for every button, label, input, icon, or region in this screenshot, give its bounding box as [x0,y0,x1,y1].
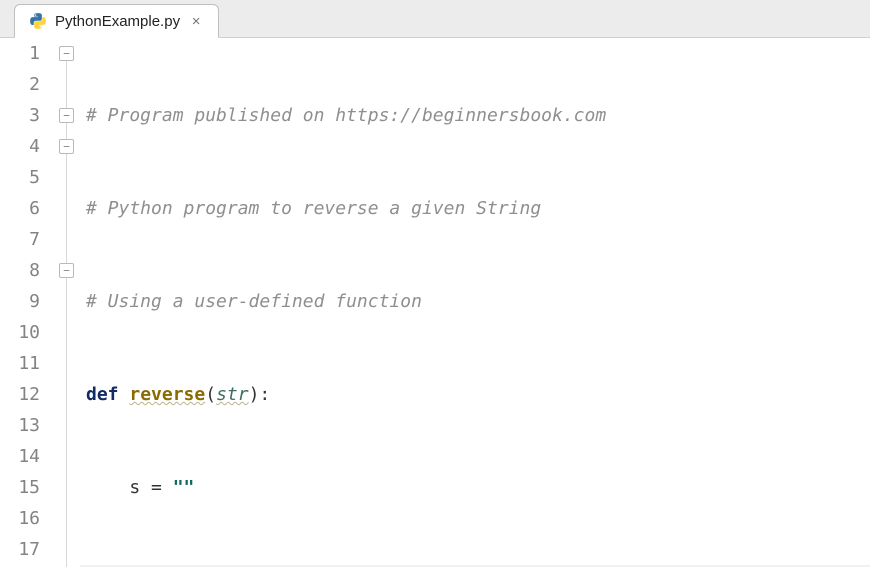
line-number-gutter: 1 2 3 4 5 6 7 8 9 10 11 12 13 14 15 16 1… [0,38,54,567]
comment-token: # Using a user-defined function [86,291,422,312]
code-line: # Using a user-defined function [80,286,870,317]
code-line: s = "" [80,472,870,503]
line-number: 16 [0,503,40,534]
close-tab-icon[interactable]: × [188,13,204,30]
fold-toggle-icon[interactable] [59,46,74,61]
code-line: # Program published on https://beginners… [80,100,870,131]
function-name-token: reverse [129,384,205,405]
indent [86,477,129,498]
code-line: def reverse(str): [80,379,870,410]
code-area[interactable]: # Program published on https://beginners… [80,38,870,567]
code-editor[interactable]: 1 2 3 4 5 6 7 8 9 10 11 12 13 14 15 16 1… [0,38,870,567]
line-number: 10 [0,317,40,348]
python-file-icon [29,12,47,30]
line-number: 17 [0,534,40,565]
string-token: "" [173,477,195,498]
param-token: str [216,384,249,405]
line-number: 3 [0,100,40,131]
line-number: 7 [0,224,40,255]
comment-token: # Program published on https://beginners… [86,105,606,126]
fold-toggle-icon[interactable] [59,139,74,154]
comment-token: # Python program to reverse a given Stri… [86,198,541,219]
line-number: 13 [0,410,40,441]
line-number: 14 [0,441,40,472]
assign-token: s = [129,477,172,498]
fold-toggle-icon[interactable] [59,263,74,278]
file-tab[interactable]: PythonExample.py × [14,4,219,38]
punct-token: ): [249,384,271,405]
line-number: 4 [0,131,40,162]
line-number: 6 [0,193,40,224]
line-number: 9 [0,286,40,317]
fold-gutter [54,38,80,567]
line-number: 5 [0,162,40,193]
line-number: 12 [0,379,40,410]
keyword-token: def [86,384,119,405]
file-tab-label: PythonExample.py [55,13,180,30]
punct-token: ( [205,384,216,405]
line-number: 2 [0,69,40,100]
code-line: # Python program to reverse a given Stri… [80,193,870,224]
fold-toggle-icon[interactable] [59,108,74,123]
line-number: 1 [0,38,40,69]
line-number: 8 [0,255,40,286]
line-number: 11 [0,348,40,379]
line-number: 15 [0,472,40,503]
editor-tabbar: PythonExample.py × [0,0,870,38]
